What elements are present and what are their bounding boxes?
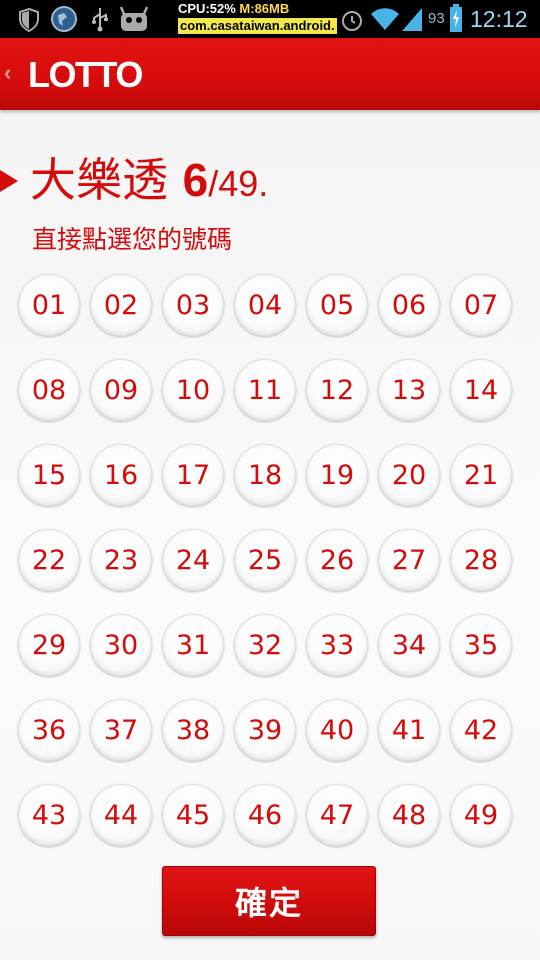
cpu-text: CPU:52%: [178, 1, 236, 16]
number-ball[interactable]: 42: [450, 699, 512, 761]
number-ball[interactable]: 17: [162, 444, 224, 506]
number-ball[interactable]: 45: [162, 784, 224, 846]
shield-icon: [19, 8, 39, 32]
battery-percent: 93: [428, 10, 445, 27]
number-ball[interactable]: 09: [90, 359, 152, 421]
browser-globe-icon: [51, 6, 77, 32]
section-marker-icon: [0, 170, 18, 192]
number-ball[interactable]: 11: [234, 359, 296, 421]
number-ball[interactable]: 28: [450, 529, 512, 591]
number-ball[interactable]: 33: [306, 614, 368, 676]
number-grid: 01 02 03 04 05 06 07 08 09 10 11 12 13 14 15 16 17 18 19 20…: [18, 274, 522, 846]
alarm-icon: [342, 11, 362, 31]
number-ball[interactable]: 08: [18, 359, 80, 421]
number-ball[interactable]: 49: [450, 784, 512, 846]
number-ball[interactable]: 38: [162, 699, 224, 761]
number-ball[interactable]: 19: [306, 444, 368, 506]
game-title: 大樂透 6/49.: [30, 150, 268, 214]
number-ball[interactable]: 44: [90, 784, 152, 846]
number-ball[interactable]: 37: [90, 699, 152, 761]
number-ball[interactable]: 21: [450, 444, 512, 506]
game-pool-size: /49.: [208, 163, 269, 204]
number-ball[interactable]: 47: [306, 784, 368, 846]
number-ball[interactable]: 31: [162, 614, 224, 676]
number-ball[interactable]: 05: [306, 274, 368, 336]
number-ball[interactable]: 24: [162, 529, 224, 591]
number-ball[interactable]: 35: [450, 614, 512, 676]
number-ball[interactable]: 04: [234, 274, 296, 336]
instruction-text: 直接點選您的號碼: [32, 225, 233, 254]
number-ball[interactable]: 36: [18, 699, 80, 761]
number-ball[interactable]: 18: [234, 444, 296, 506]
number-ball[interactable]: 20: [378, 444, 440, 506]
mem-text: M:86MB: [239, 1, 290, 16]
signal-icon: [402, 8, 422, 31]
back-chevron-icon[interactable]: ‹: [4, 60, 11, 86]
number-ball[interactable]: 06: [378, 274, 440, 336]
wifi-icon: [371, 8, 399, 31]
number-ball[interactable]: 14: [450, 359, 512, 421]
number-ball[interactable]: 01: [18, 274, 80, 336]
number-ball[interactable]: 43: [18, 784, 80, 846]
number-ball[interactable]: 22: [18, 529, 80, 591]
cpu-mem-readout: CPU:52% M:86MB: [178, 1, 289, 17]
number-ball[interactable]: 13: [378, 359, 440, 421]
number-ball[interactable]: 46: [234, 784, 296, 846]
confirm-button[interactable]: 確定: [162, 866, 376, 936]
number-ball[interactable]: 07: [450, 274, 512, 336]
app-title[interactable]: LOTTO: [28, 54, 143, 96]
game-pick-count: 6: [182, 154, 209, 206]
number-ball[interactable]: 25: [234, 529, 296, 591]
number-ball[interactable]: 48: [378, 784, 440, 846]
number-ball[interactable]: 34: [378, 614, 440, 676]
number-ball[interactable]: 12: [306, 359, 368, 421]
battery-icon: [450, 4, 462, 32]
number-ball[interactable]: 02: [90, 274, 152, 336]
number-ball[interactable]: 26: [306, 529, 368, 591]
android-icon: [119, 6, 149, 31]
number-ball[interactable]: 32: [234, 614, 296, 676]
status-bar: CPU:52% M:86MB com.casataiwan.android. 9…: [0, 0, 540, 38]
number-ball[interactable]: 41: [378, 699, 440, 761]
usb-icon: [92, 8, 108, 32]
number-ball[interactable]: 29: [18, 614, 80, 676]
app-header: ‹ LOTTO: [0, 38, 540, 110]
number-ball[interactable]: 39: [234, 699, 296, 761]
package-name: com.casataiwan.android.: [178, 18, 337, 34]
number-ball[interactable]: 03: [162, 274, 224, 336]
number-ball[interactable]: 16: [90, 444, 152, 506]
number-ball[interactable]: 10: [162, 359, 224, 421]
number-ball[interactable]: 30: [90, 614, 152, 676]
number-ball[interactable]: 23: [90, 529, 152, 591]
number-ball[interactable]: 15: [18, 444, 80, 506]
number-ball[interactable]: 27: [378, 529, 440, 591]
number-ball[interactable]: 40: [306, 699, 368, 761]
game-name: 大樂透: [30, 153, 168, 207]
clock-time: 12:12: [470, 6, 528, 32]
